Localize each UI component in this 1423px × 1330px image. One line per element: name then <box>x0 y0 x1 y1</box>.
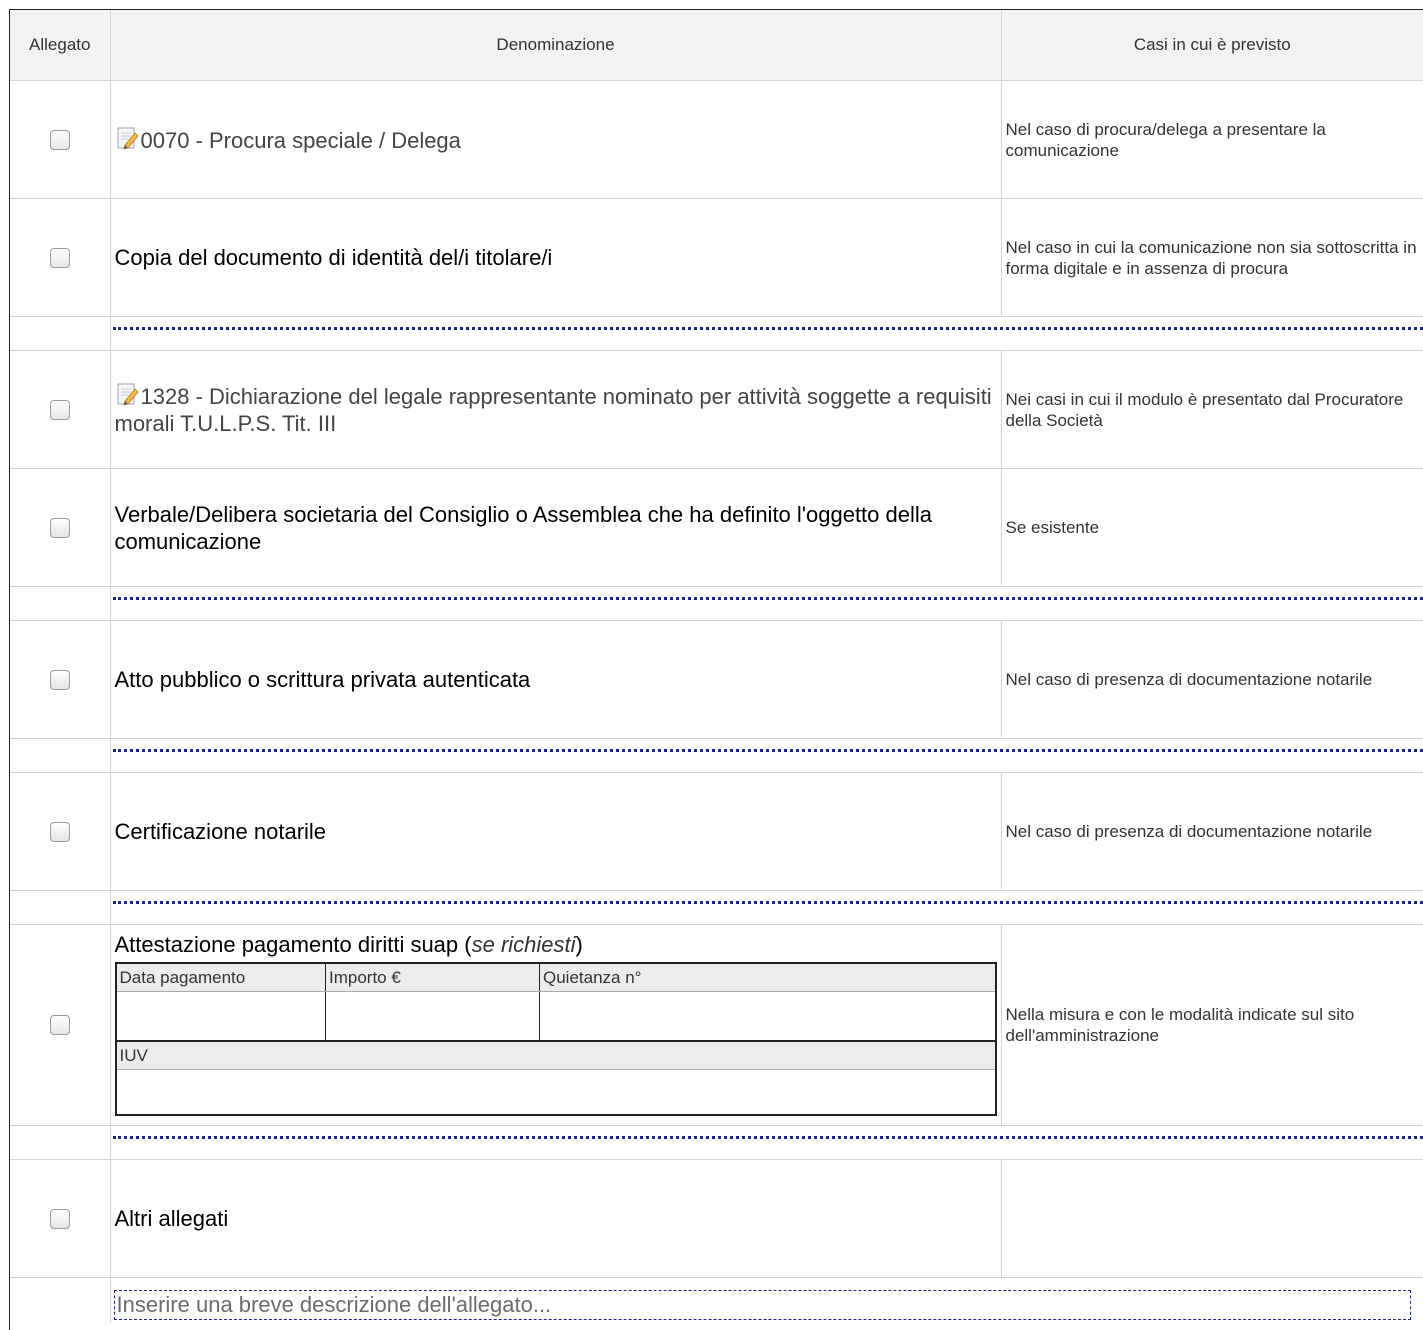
group-separator <box>10 738 1423 773</box>
attachment-checkbox-documento-identita[interactable] <box>49 247 70 268</box>
dotted-divider <box>112 901 1423 904</box>
table-row: Certificazione notarile Nel caso di pres… <box>10 772 1423 891</box>
attachments-table: Allegato Denominazione Casi in cui è pre… <box>10 10 1423 1323</box>
attachment-description-input[interactable] <box>113 1290 1411 1320</box>
group-separator <box>10 890 1423 925</box>
attachment-name[interactable]: 1328 - Dichiarazione del legale rapprese… <box>115 384 992 436</box>
payment-details-table: Data pagamento Importo € Quietanza n° IU… <box>114 962 997 1116</box>
label-quietanza: Quietanza n° <box>539 963 996 992</box>
document-edit-icon[interactable] <box>115 382 140 407</box>
table-row: 1328 - Dichiarazione del legale rapprese… <box>10 350 1423 469</box>
group-separator <box>10 1125 1423 1160</box>
table-row: 0070 - Procura speciale / Delega Nel cas… <box>10 80 1423 199</box>
group-separator <box>10 586 1423 621</box>
dotted-divider <box>112 1136 1423 1139</box>
attachment-name: Copia del documento di identità del/i ti… <box>109 198 1001 317</box>
importo-input[interactable] <box>326 993 539 1039</box>
table-row: Copia del documento di identità del/i ti… <box>10 198 1423 317</box>
attachment-name: Verbale/Delibera societaria del Consigli… <box>109 468 1001 587</box>
header-allegato: Allegato <box>10 10 110 81</box>
attachment-cases: Nella misura e con le modalità indicate … <box>1000 924 1423 1126</box>
payment-title: Attestazione pagamento diritti suap (se … <box>114 932 583 957</box>
attachment-checkbox-certificazione-notarile[interactable] <box>49 821 70 842</box>
attachment-checkbox-altri-allegati[interactable] <box>49 1208 70 1229</box>
label-data-pagamento: Data pagamento <box>115 963 326 992</box>
table-row: Verbale/Delibera societaria del Consigli… <box>10 468 1423 587</box>
attachment-name[interactable]: 0070 - Procura speciale / Delega <box>141 128 461 153</box>
payment-title-note: se richiesti <box>471 932 576 957</box>
attachment-name: Altri allegati <box>109 1159 1001 1278</box>
attachment-cases <box>1000 1159 1423 1278</box>
attachment-checkbox-atto-pubblico[interactable] <box>49 669 70 690</box>
attachment-cases: Nel caso di procura/delega a presentare … <box>1000 80 1423 199</box>
attachment-name: Atto pubblico o scrittura privata autent… <box>109 620 1001 739</box>
dotted-divider <box>112 749 1423 752</box>
group-separator <box>10 316 1423 351</box>
attachment-checkbox-attestazione-pagamento[interactable] <box>49 1015 70 1035</box>
table-row: Atto pubblico o scrittura privata autent… <box>10 620 1423 739</box>
iuv-input[interactable] <box>116 1070 995 1114</box>
attachment-cases: Nel caso di presenza di documentazione n… <box>1000 620 1423 739</box>
quietanza-input[interactable] <box>540 993 995 1039</box>
attachment-cases: Nei casi in cui il modulo è presentato d… <box>1000 350 1423 469</box>
header-denominazione: Denominazione <box>109 10 1001 81</box>
attachment-checkbox-verbale[interactable] <box>49 517 70 538</box>
attachment-cases: Se esistente <box>1000 468 1423 587</box>
table-header-row: Allegato Denominazione Casi in cui è pre… <box>10 10 1423 81</box>
label-iuv: IUV <box>115 1040 996 1070</box>
table-row: Attestazione pagamento diritti suap (se … <box>10 924 1423 1126</box>
document-edit-icon[interactable] <box>115 126 140 151</box>
attachment-cases: Nel caso in cui la comunicazione non sia… <box>1000 198 1423 317</box>
label-importo: Importo € <box>325 963 540 992</box>
dotted-divider <box>112 327 1423 330</box>
dotted-divider <box>112 597 1423 600</box>
description-row <box>10 1277 1423 1323</box>
header-casi: Casi in cui è previsto <box>1000 10 1423 81</box>
table-row: Altri allegati <box>10 1159 1423 1278</box>
attachment-checkbox-dichiarazione[interactable] <box>49 399 70 420</box>
attachment-cases: Nel caso di presenza di documentazione n… <box>1000 772 1423 891</box>
attachment-checkbox-procura[interactable] <box>49 129 70 150</box>
data-pagamento-input[interactable] <box>116 993 325 1039</box>
attachment-name: Certificazione notarile <box>109 772 1001 891</box>
